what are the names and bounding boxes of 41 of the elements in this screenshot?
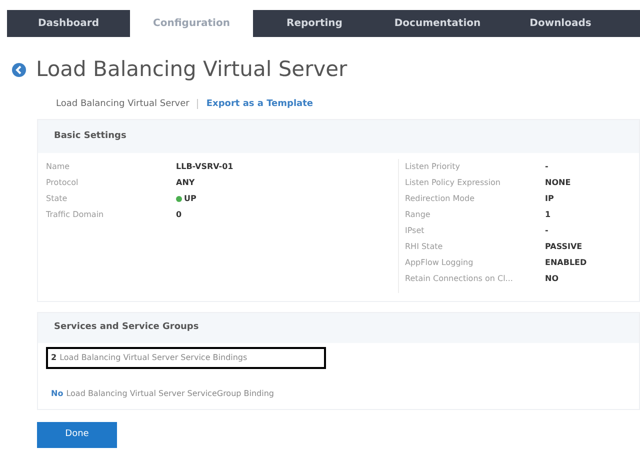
binding-text: Load Balancing Virtual Server ServiceGroup Binding [66, 388, 274, 400]
binding-row[interactable]: No Load Balancing Virtual Server ServiceGroup Binding [46, 383, 326, 405]
binding-count[interactable]: 2 [51, 352, 57, 364]
field-label: Retain Connections on Cl... [405, 273, 514, 285]
field-value: ENABLED [545, 257, 587, 269]
back-icon[interactable] [12, 62, 26, 77]
field-label: Listen Policy Expression [405, 177, 502, 189]
field-label: Protocol [46, 177, 80, 189]
field-label: Traffic Domain [46, 209, 105, 221]
field-label: IPset [405, 225, 426, 237]
breadcrumb-text: Load Balancing Virtual Server [56, 98, 190, 110]
field-value: UP [184, 193, 196, 205]
field-value: - [545, 161, 548, 173]
field-value: 0 [176, 209, 182, 221]
panel-title: Basic Settings [54, 130, 126, 143]
field-value: PASSIVE [545, 241, 582, 253]
field-value: NONE [545, 177, 571, 189]
field-label: Listen Priority [405, 161, 461, 173]
field-value: ANY [176, 177, 195, 189]
binding-row[interactable]: 2 Load Balancing Virtual Server Service Bindings [46, 347, 326, 369]
nav-tab[interactable]: Downloads [499, 10, 622, 37]
nav-tab[interactable]: Documentation [376, 10, 499, 37]
field-label: State [46, 193, 68, 205]
nav-tab[interactable]: Dashboard [7, 10, 130, 37]
field-value: IP [545, 193, 554, 205]
field-value: LLB-VSRV-01 [176, 161, 234, 173]
done-button[interactable]: Done [37, 422, 117, 448]
binding-text: Load Balancing Virtual Server Service Bindings [60, 352, 248, 364]
field-label: Range [405, 209, 432, 221]
field-label: RHI State [405, 241, 444, 253]
field-label: Redirection Mode [405, 193, 476, 205]
panel-title: Services and Service Groups [54, 321, 199, 334]
field-value: NO [545, 273, 558, 285]
binding-count[interactable]: No [51, 388, 64, 400]
nav-tab[interactable]: Reporting [253, 10, 376, 37]
field-label: Name [46, 161, 71, 173]
page-title: Load Balancing Virtual Server [36, 56, 348, 83]
field-value: 1 [545, 209, 551, 221]
field-value: - [545, 225, 548, 237]
field-label: AppFlow Logging [405, 257, 474, 269]
export-template-link[interactable]: Export as a Template [206, 98, 314, 111]
